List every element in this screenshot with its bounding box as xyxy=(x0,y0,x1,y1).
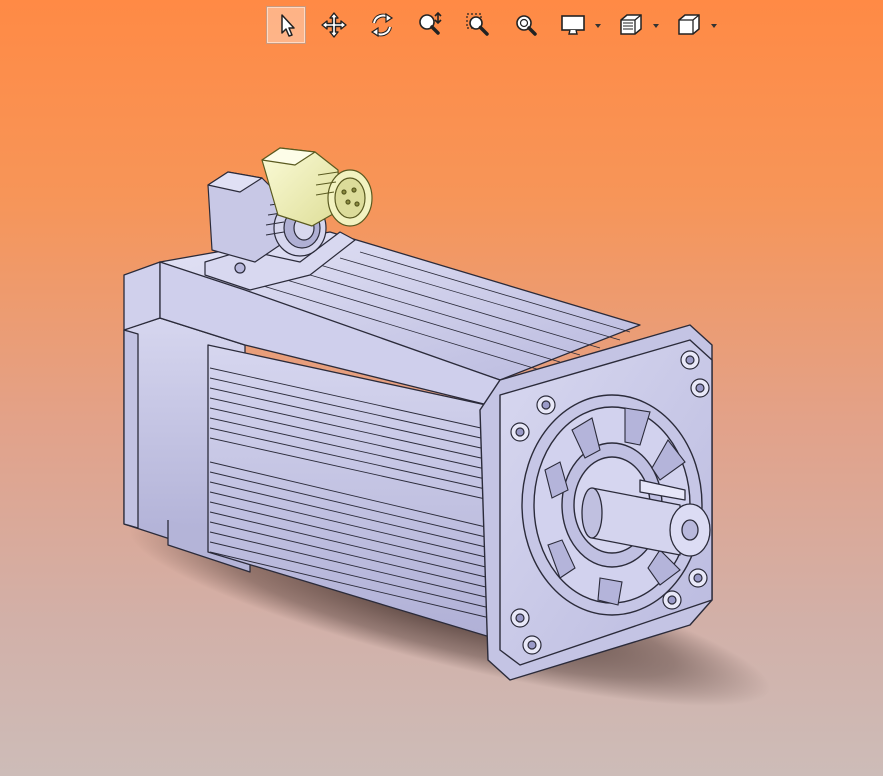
signal-connector[interactable] xyxy=(261,147,373,227)
servo-motor-model[interactable] xyxy=(0,0,883,776)
3d-viewport[interactable] xyxy=(0,0,883,776)
